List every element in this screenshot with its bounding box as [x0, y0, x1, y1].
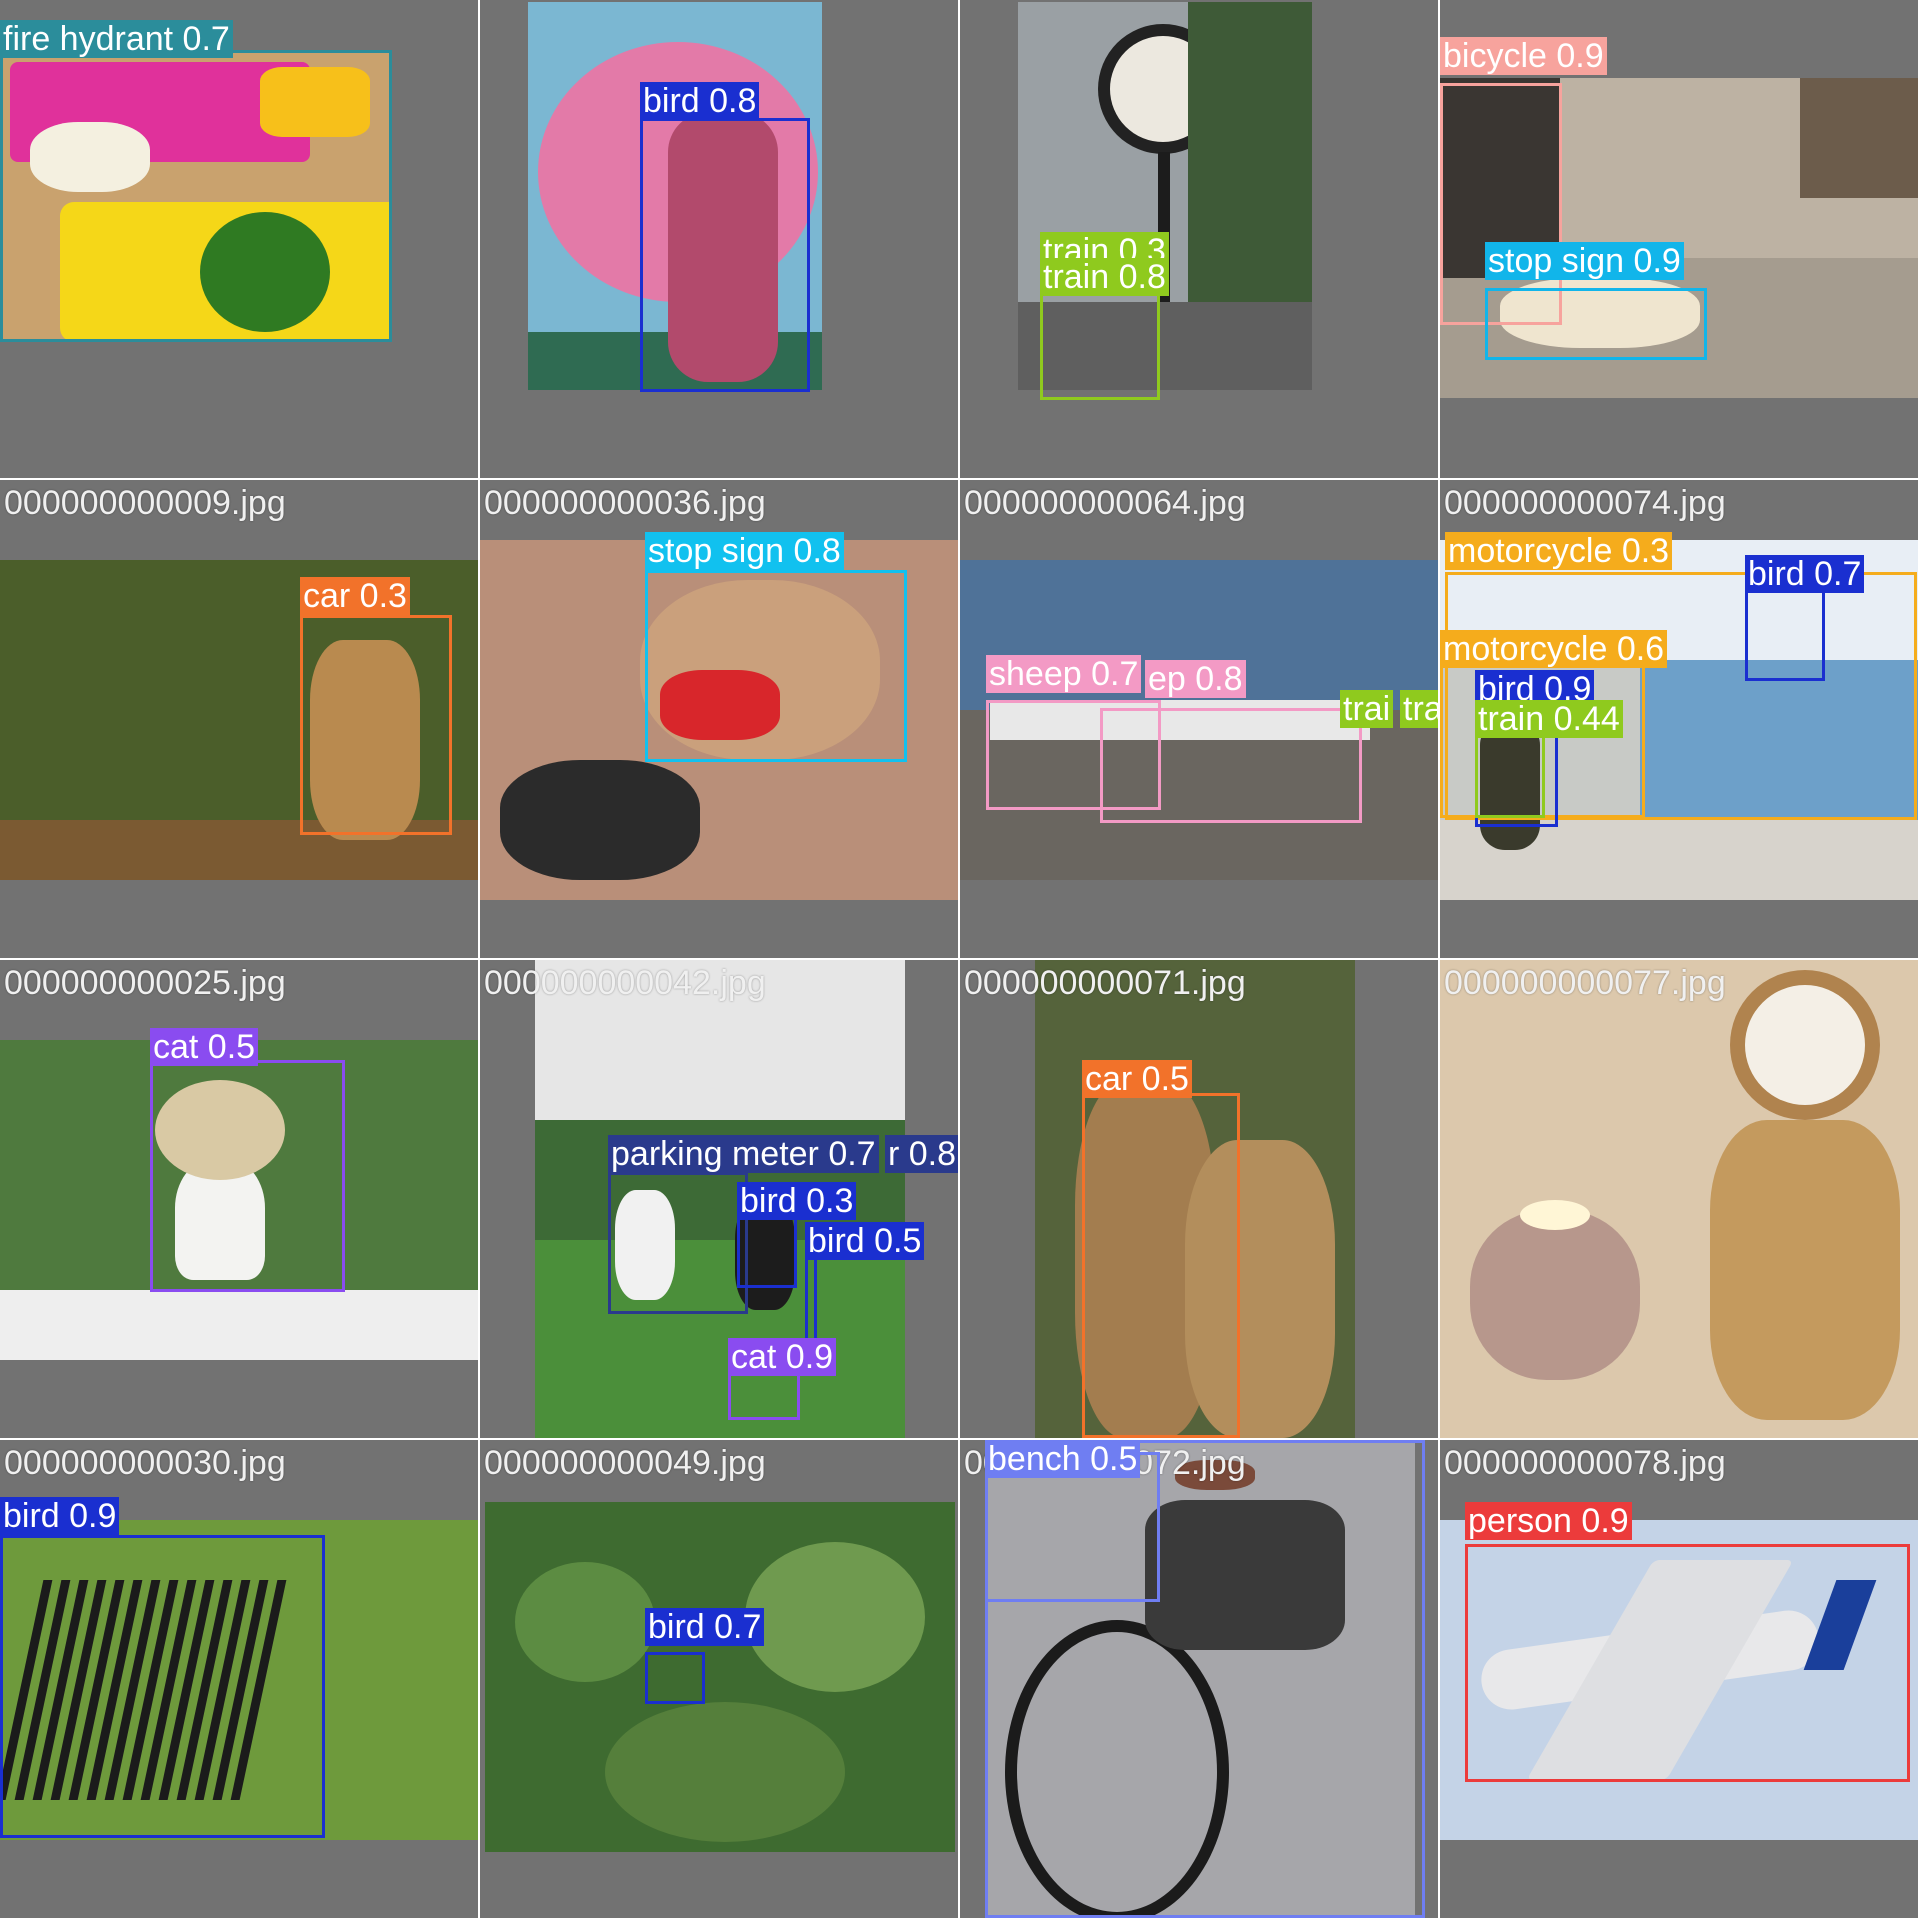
scene-shape	[1470, 1210, 1640, 1380]
bounding-box	[608, 1172, 748, 1314]
filename-label: 000000000030.jpg	[4, 1444, 286, 1482]
detection-label: train 0.44	[1475, 700, 1623, 738]
image-tile[interactable]: 000000000042.jpg parking meter 0.7 r 0.8 bi…	[480, 960, 958, 1438]
filename-label: 000000000009.jpg	[4, 484, 286, 522]
bounding-box	[1745, 588, 1825, 681]
filename-label: 000000000078.jpg	[1444, 1444, 1726, 1482]
image-tile[interactable]: bicycle 0.9 stop sign 0.9	[1440, 0, 1918, 478]
image-tile[interactable]: 000000000036.jpg stop sign 0.8	[480, 480, 958, 958]
detection-label: trai	[1340, 690, 1394, 728]
photo	[485, 1502, 955, 1852]
filename-label: 000000000064.jpg	[964, 484, 1246, 522]
scene-shape	[1710, 1120, 1900, 1420]
detection-label: stop sign 0.9	[1485, 242, 1684, 280]
detection-label: bench 0.5	[985, 1440, 1141, 1478]
bounding-box	[737, 1210, 797, 1288]
detection-label: bird 0.5	[805, 1222, 925, 1260]
detection-label: train 0.8	[1040, 258, 1169, 296]
image-tile[interactable]: 000000000071.jpg car 0.5	[960, 960, 1438, 1438]
detection-label: r 0.8	[885, 1135, 958, 1173]
scene-shape	[1800, 78, 1918, 198]
detection-label: fire hydrant 0.7	[0, 20, 233, 58]
scene-shape	[1745, 985, 1865, 1105]
image-tile[interactable]: 000000000077.jpg	[1440, 960, 1918, 1438]
detection-label: car 0.5	[1082, 1060, 1192, 1098]
detection-grid: fire hydrant 0.7 bird 0.8 train 0.3 train 0…	[0, 0, 1920, 1920]
photo	[1440, 960, 1918, 1438]
filename-label: 000000000077.jpg	[1444, 964, 1726, 1002]
filename-label: 000000000049.jpg	[484, 1444, 766, 1482]
detection-label: bird 0.9	[0, 1497, 120, 1535]
image-tile[interactable]: 000000000072.jpgbench 0.5bench 0.5	[960, 1440, 1438, 1918]
filename-label: 000000000071.jpg	[964, 964, 1246, 1002]
bounding-box	[640, 118, 810, 392]
detection-label: bicycle 0.9	[1440, 37, 1607, 75]
bounding-box	[728, 1370, 800, 1420]
bounding-box	[1100, 708, 1362, 823]
detection-label: sheep 0.7	[986, 655, 1142, 693]
detection-label: motorcycle 0.3	[1445, 532, 1673, 570]
bounding-box	[1465, 1544, 1910, 1782]
filename-label: 000000000042.jpg	[484, 964, 766, 1002]
image-tile[interactable]: 000000000025.jpg cat 0.5	[0, 960, 478, 1438]
bounding-box	[645, 1652, 705, 1704]
scene-shape	[515, 1562, 655, 1682]
scene-shape	[1520, 1200, 1590, 1230]
scene-shape	[605, 1702, 845, 1842]
detection-label: motorcycle 0.6	[1440, 630, 1668, 668]
image-tile[interactable]: 000000000009.jpg car 0.3	[0, 480, 478, 958]
image-tile[interactable]: 000000000030.jpg bird 0.9	[0, 1440, 478, 1918]
bounding-box	[1040, 290, 1160, 400]
bounding-box	[0, 50, 392, 342]
detection-label: cat 0.5	[150, 1028, 259, 1066]
filename-label: 000000000036.jpg	[484, 484, 766, 522]
detection-label: bird 0.8	[640, 82, 760, 120]
detection-label: bird 0.7	[645, 1608, 765, 1646]
detection-label: bird 0.7	[1745, 555, 1865, 593]
detection-label: person 0.9	[1465, 1502, 1632, 1540]
bounding-box	[0, 1535, 325, 1838]
image-tile[interactable]: train 0.3 train 0.8	[960, 0, 1438, 478]
bounding-box	[1485, 288, 1707, 360]
image-tile[interactable]: 000000000064.jpg sheep 0.7 ep 0.8 trai tra	[960, 480, 1438, 958]
detection-label: cat 0.9	[728, 1338, 837, 1376]
scene-shape	[0, 1290, 478, 1360]
bounding-box	[1082, 1093, 1240, 1438]
bounding-box	[645, 570, 907, 762]
image-tile[interactable]: 000000000078.jpg person 0.9	[1440, 1440, 1918, 1918]
detection-label: car 0.3	[300, 577, 410, 615]
image-tile[interactable]: 000000000049.jpg bird 0.7	[480, 1440, 958, 1918]
detection-label: bird 0.3	[737, 1182, 857, 1220]
bounding-box	[300, 615, 452, 835]
image-tile[interactable]: 000000000074.jpg motorcycle 0.3 bird 0.7 mo…	[1440, 480, 1918, 958]
detection-label: stop sign 0.8	[645, 532, 844, 570]
detection-label: parking meter 0.7	[608, 1135, 879, 1173]
scene-shape	[745, 1542, 925, 1692]
image-tile[interactable]: bird 0.8	[480, 0, 958, 478]
detection-label: tra	[1400, 690, 1438, 728]
image-tile[interactable]: fire hydrant 0.7	[0, 0, 478, 478]
detection-label: ep 0.8	[1145, 660, 1246, 698]
bounding-box	[150, 1060, 345, 1292]
filename-label: 000000000025.jpg	[4, 964, 286, 1002]
scene-shape	[500, 760, 700, 880]
filename-label: 000000000074.jpg	[1444, 484, 1726, 522]
